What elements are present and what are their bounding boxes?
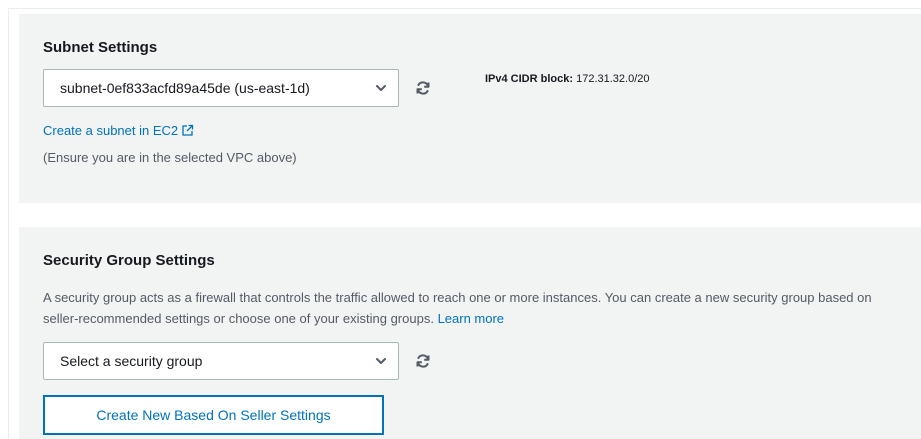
security-group-select-value: Select a security group	[60, 353, 203, 369]
chevron-down-icon	[376, 358, 386, 364]
subnet-settings-title: Subnet Settings	[43, 39, 158, 56]
chevron-down-icon	[376, 85, 386, 91]
vpc-note: (Ensure you are in the selected VPC abov…	[43, 150, 297, 165]
create-subnet-link[interactable]: Create a subnet in EC2	[43, 123, 194, 138]
refresh-icon[interactable]	[415, 80, 431, 96]
create-security-group-button[interactable]: Create New Based On Seller Settings	[43, 395, 384, 435]
refresh-icon[interactable]	[415, 353, 431, 369]
create-subnet-link-label: Create a subnet in EC2	[43, 123, 179, 138]
learn-more-link[interactable]: Learn more	[438, 311, 504, 326]
security-group-panel: Security Group Settings A security group…	[19, 227, 921, 439]
security-group-title: Security Group Settings	[43, 252, 215, 269]
subnet-select-value: subnet-0ef833acfd89a45de (us-east-1d)	[60, 80, 310, 96]
cidr-label: IPv4 CIDR block:	[485, 73, 574, 85]
cidr-info: IPv4 CIDR block: 172.31.32.0/20	[485, 73, 650, 85]
security-group-description: A security group acts as a firewall that…	[43, 287, 903, 329]
subnet-select[interactable]: subnet-0ef833acfd89a45de (us-east-1d)	[43, 69, 399, 107]
cidr-value: 172.31.32.0/20	[576, 73, 650, 85]
external-link-icon	[182, 124, 194, 136]
subnet-settings-panel: Subnet Settings subnet-0ef833acfd89a45de…	[19, 14, 921, 203]
security-group-select[interactable]: Select a security group	[43, 342, 399, 380]
